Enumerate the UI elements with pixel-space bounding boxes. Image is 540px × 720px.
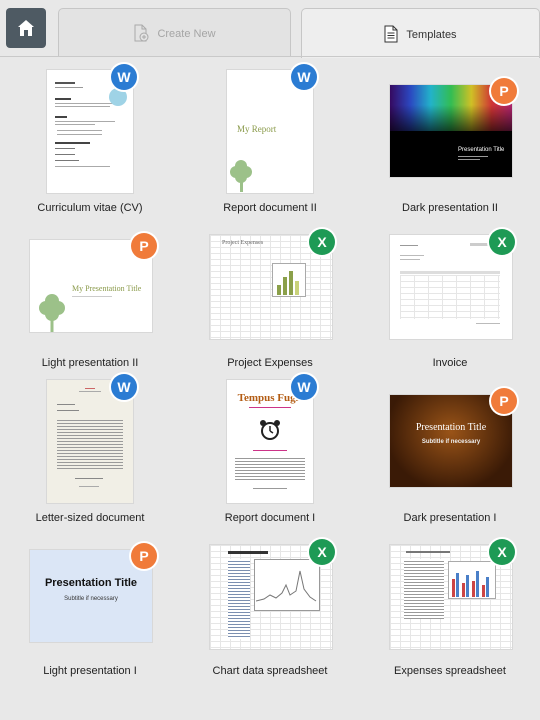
powerpoint-badge-icon: P — [491, 388, 517, 414]
tab-templates[interactable]: Templates — [301, 8, 540, 58]
alarm-clock-icon — [260, 420, 280, 440]
word-badge-icon: W — [291, 374, 317, 400]
template-card-expenses[interactable]: X Expenses spreadsheet — [360, 522, 540, 677]
template-card-cv[interactable]: W Curriculum vitae (CV) — [0, 57, 180, 214]
template-card-light-presentation-i[interactable]: Presentation Title Subtitle if necessary… — [0, 522, 180, 677]
template-card-dark-presentation-i[interactable]: Presentation Title Subtitle if necessary… — [360, 367, 540, 524]
tab-create-new[interactable]: Create New — [58, 8, 291, 57]
preview-title: Presentation Title — [44, 577, 138, 589]
word-badge-icon: W — [111, 64, 137, 90]
home-button[interactable] — [6, 8, 46, 48]
line-chart-preview — [256, 570, 317, 602]
preview-title: Project Expenses — [222, 240, 264, 246]
template-title: Expenses spreadsheet — [394, 665, 506, 677]
template-card-report-i[interactable]: Tempus Fugit W Report document I — [180, 367, 360, 524]
template-card-report-ii[interactable]: My Report W Report document II — [180, 57, 360, 214]
template-card-dark-presentation-ii[interactable]: Presentation Title P Dark presentation I… — [360, 57, 540, 214]
template-card-invoice[interactable]: X Invoice — [360, 212, 540, 369]
template-card-chart-data[interactable]: X Chart data spreadsheet — [180, 522, 360, 677]
preview-title: My Presentation Title — [72, 284, 142, 293]
document-icon — [384, 25, 398, 42]
preview-title: Presentation Title — [415, 422, 487, 433]
template-card-letter-sized[interactable]: W Letter-sized document — [0, 367, 180, 524]
powerpoint-badge-icon: P — [131, 233, 157, 259]
tab-create-new-label: Create New — [157, 28, 216, 40]
powerpoint-badge-icon: P — [491, 78, 517, 104]
template-title: Chart data spreadsheet — [212, 665, 328, 677]
word-badge-icon: W — [291, 64, 317, 90]
top-bar: Create New Templates — [0, 0, 540, 58]
tree-icon — [39, 294, 65, 332]
word-badge-icon: W — [111, 374, 137, 400]
template-card-project-expenses[interactable]: Project Expenses X Project Expenses — [180, 212, 360, 369]
template-card-light-presentation-ii[interactable]: My Presentation Title P Light presentati… — [0, 212, 180, 369]
excel-badge-icon: X — [489, 229, 515, 255]
excel-badge-icon: X — [489, 539, 515, 565]
preview-title: My Report — [237, 124, 277, 134]
home-icon — [18, 20, 34, 36]
tree-icon — [230, 160, 252, 192]
powerpoint-badge-icon: P — [131, 543, 157, 569]
excel-badge-icon: X — [309, 539, 335, 565]
preview-subtitle: Subtitle if necessary — [64, 596, 118, 602]
new-document-icon — [134, 24, 149, 42]
preview-subtitle: Subtitle if necessary — [421, 439, 481, 445]
preview-title: Presentation Title — [458, 147, 505, 153]
tab-templates-label: Templates — [406, 28, 457, 41]
excel-badge-icon: X — [309, 229, 335, 255]
template-title: Light presentation I — [43, 665, 137, 677]
